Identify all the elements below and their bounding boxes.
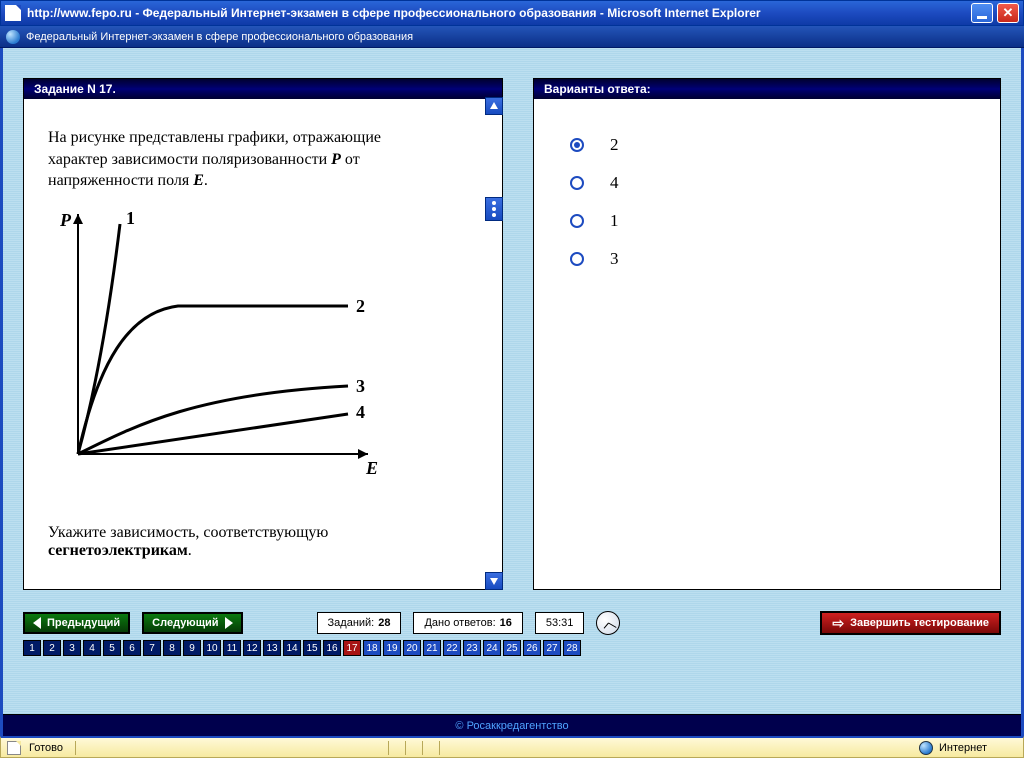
question-number[interactable]: 21 bbox=[423, 640, 441, 656]
answer-option[interactable]: 1 bbox=[570, 211, 964, 231]
question-number[interactable]: 5 bbox=[103, 640, 121, 656]
radio-icon bbox=[570, 138, 584, 152]
question-number[interactable]: 26 bbox=[523, 640, 541, 656]
question-number[interactable]: 22 bbox=[443, 640, 461, 656]
prev-button[interactable]: Предыдущий bbox=[23, 612, 130, 634]
question-number[interactable]: 16 bbox=[323, 640, 341, 656]
task-count: Заданий:28 bbox=[317, 612, 402, 634]
question-number[interactable]: 23 bbox=[463, 640, 481, 656]
runner-icon: ⇨ bbox=[832, 615, 844, 632]
question-number[interactable]: 7 bbox=[143, 640, 161, 656]
question-number[interactable]: 6 bbox=[123, 640, 141, 656]
question-number[interactable]: 10 bbox=[203, 640, 221, 656]
question-number[interactable]: 14 bbox=[283, 640, 301, 656]
answered-count: Дано ответов:16 bbox=[413, 612, 522, 634]
next-button[interactable]: Следующий bbox=[142, 612, 242, 634]
close-button[interactable]: ✕ bbox=[997, 3, 1019, 23]
clock-icon bbox=[596, 611, 620, 635]
curve-1-label: 1 bbox=[126, 208, 135, 228]
curve-4-label: 4 bbox=[356, 402, 365, 422]
nav-row: Предыдущий Следующий Заданий:28 Дано отв… bbox=[23, 608, 1001, 638]
footer-credit: © Росаккредагентство bbox=[3, 714, 1021, 736]
document-icon bbox=[5, 5, 21, 21]
answer-option[interactable]: 2 bbox=[570, 135, 964, 155]
question-number[interactable]: 28 bbox=[563, 640, 581, 656]
browser-tabstrip: Федеральный Интернет-экзамен в сфере про… bbox=[0, 26, 1024, 48]
answers-header: Варианты ответа: bbox=[534, 79, 1000, 99]
question-number[interactable]: 4 bbox=[83, 640, 101, 656]
axis-y-label: P bbox=[59, 210, 72, 230]
tab-title: Федеральный Интернет-экзамен в сфере про… bbox=[26, 31, 413, 43]
question-number[interactable]: 19 bbox=[383, 640, 401, 656]
question-number[interactable]: 2 bbox=[43, 640, 61, 656]
curve-3-label: 3 bbox=[356, 376, 365, 396]
window-titlebar: http://www.fepo.ru - Федеральный Интерне… bbox=[0, 0, 1024, 26]
question-number[interactable]: 24 bbox=[483, 640, 501, 656]
question-number[interactable]: 18 bbox=[363, 640, 381, 656]
radio-icon bbox=[570, 214, 584, 228]
globe-icon bbox=[6, 30, 20, 44]
question-header: Задание N 17. bbox=[24, 79, 502, 99]
answer-label: 2 bbox=[610, 135, 619, 155]
axis-x-label: E bbox=[365, 458, 378, 478]
arrow-left-icon bbox=[33, 617, 41, 629]
answer-label: 4 bbox=[610, 173, 619, 193]
radio-icon bbox=[570, 252, 584, 266]
question-number[interactable]: 3 bbox=[63, 640, 81, 656]
question-number[interactable]: 17 bbox=[343, 640, 361, 656]
question-number[interactable]: 20 bbox=[403, 640, 421, 656]
minimize-button[interactable] bbox=[971, 3, 993, 23]
question-number[interactable]: 13 bbox=[263, 640, 281, 656]
app-content: Задание N 17. На рисунке представлены гр… bbox=[0, 48, 1024, 736]
question-number[interactable]: 8 bbox=[163, 640, 181, 656]
question-number[interactable]: 25 bbox=[503, 640, 521, 656]
answer-label: 1 bbox=[610, 211, 619, 231]
globe-icon bbox=[919, 741, 933, 755]
finish-button[interactable]: ⇨ Завершить тестирование bbox=[820, 611, 1001, 635]
question-prompt: Укажите зависимость, соответствующую сег… bbox=[48, 524, 478, 560]
question-number[interactable]: 11 bbox=[223, 640, 241, 656]
curve-2-label: 2 bbox=[356, 296, 365, 316]
answers-panel: Варианты ответа: 2 4 1 3 bbox=[533, 78, 1001, 590]
question-number[interactable]: 15 bbox=[303, 640, 321, 656]
document-icon bbox=[7, 741, 21, 755]
question-number[interactable]: 27 bbox=[543, 640, 561, 656]
status-text: Готово bbox=[29, 742, 63, 754]
scroll-down-button[interactable] bbox=[485, 572, 503, 590]
question-number[interactable]: 12 bbox=[243, 640, 261, 656]
arrow-right-icon bbox=[225, 617, 233, 629]
question-body: На рисунке представлены графики, отражаю… bbox=[24, 99, 502, 589]
question-number[interactable]: 9 bbox=[183, 640, 201, 656]
timer: 53:31 bbox=[535, 612, 585, 634]
status-bar: Готово Интернет bbox=[0, 736, 1024, 758]
question-panel: Задание N 17. На рисунке представлены гр… bbox=[23, 78, 503, 590]
question-text: На рисунке представлены графики, отражаю… bbox=[48, 127, 478, 192]
question-strip: 1234567891011121314151617181920212223242… bbox=[23, 640, 581, 656]
polarization-chart: P E 1 2 3 4 bbox=[48, 204, 388, 484]
answer-option[interactable]: 3 bbox=[570, 249, 964, 269]
window-title: http://www.fepo.ru - Федеральный Интерне… bbox=[27, 6, 761, 20]
answer-label: 3 bbox=[610, 249, 619, 269]
answer-option[interactable]: 4 bbox=[570, 173, 964, 193]
security-zone: Интернет bbox=[919, 741, 1017, 755]
answers-list: 2 4 1 3 bbox=[534, 99, 1000, 323]
radio-icon bbox=[570, 176, 584, 190]
question-number[interactable]: 1 bbox=[23, 640, 41, 656]
